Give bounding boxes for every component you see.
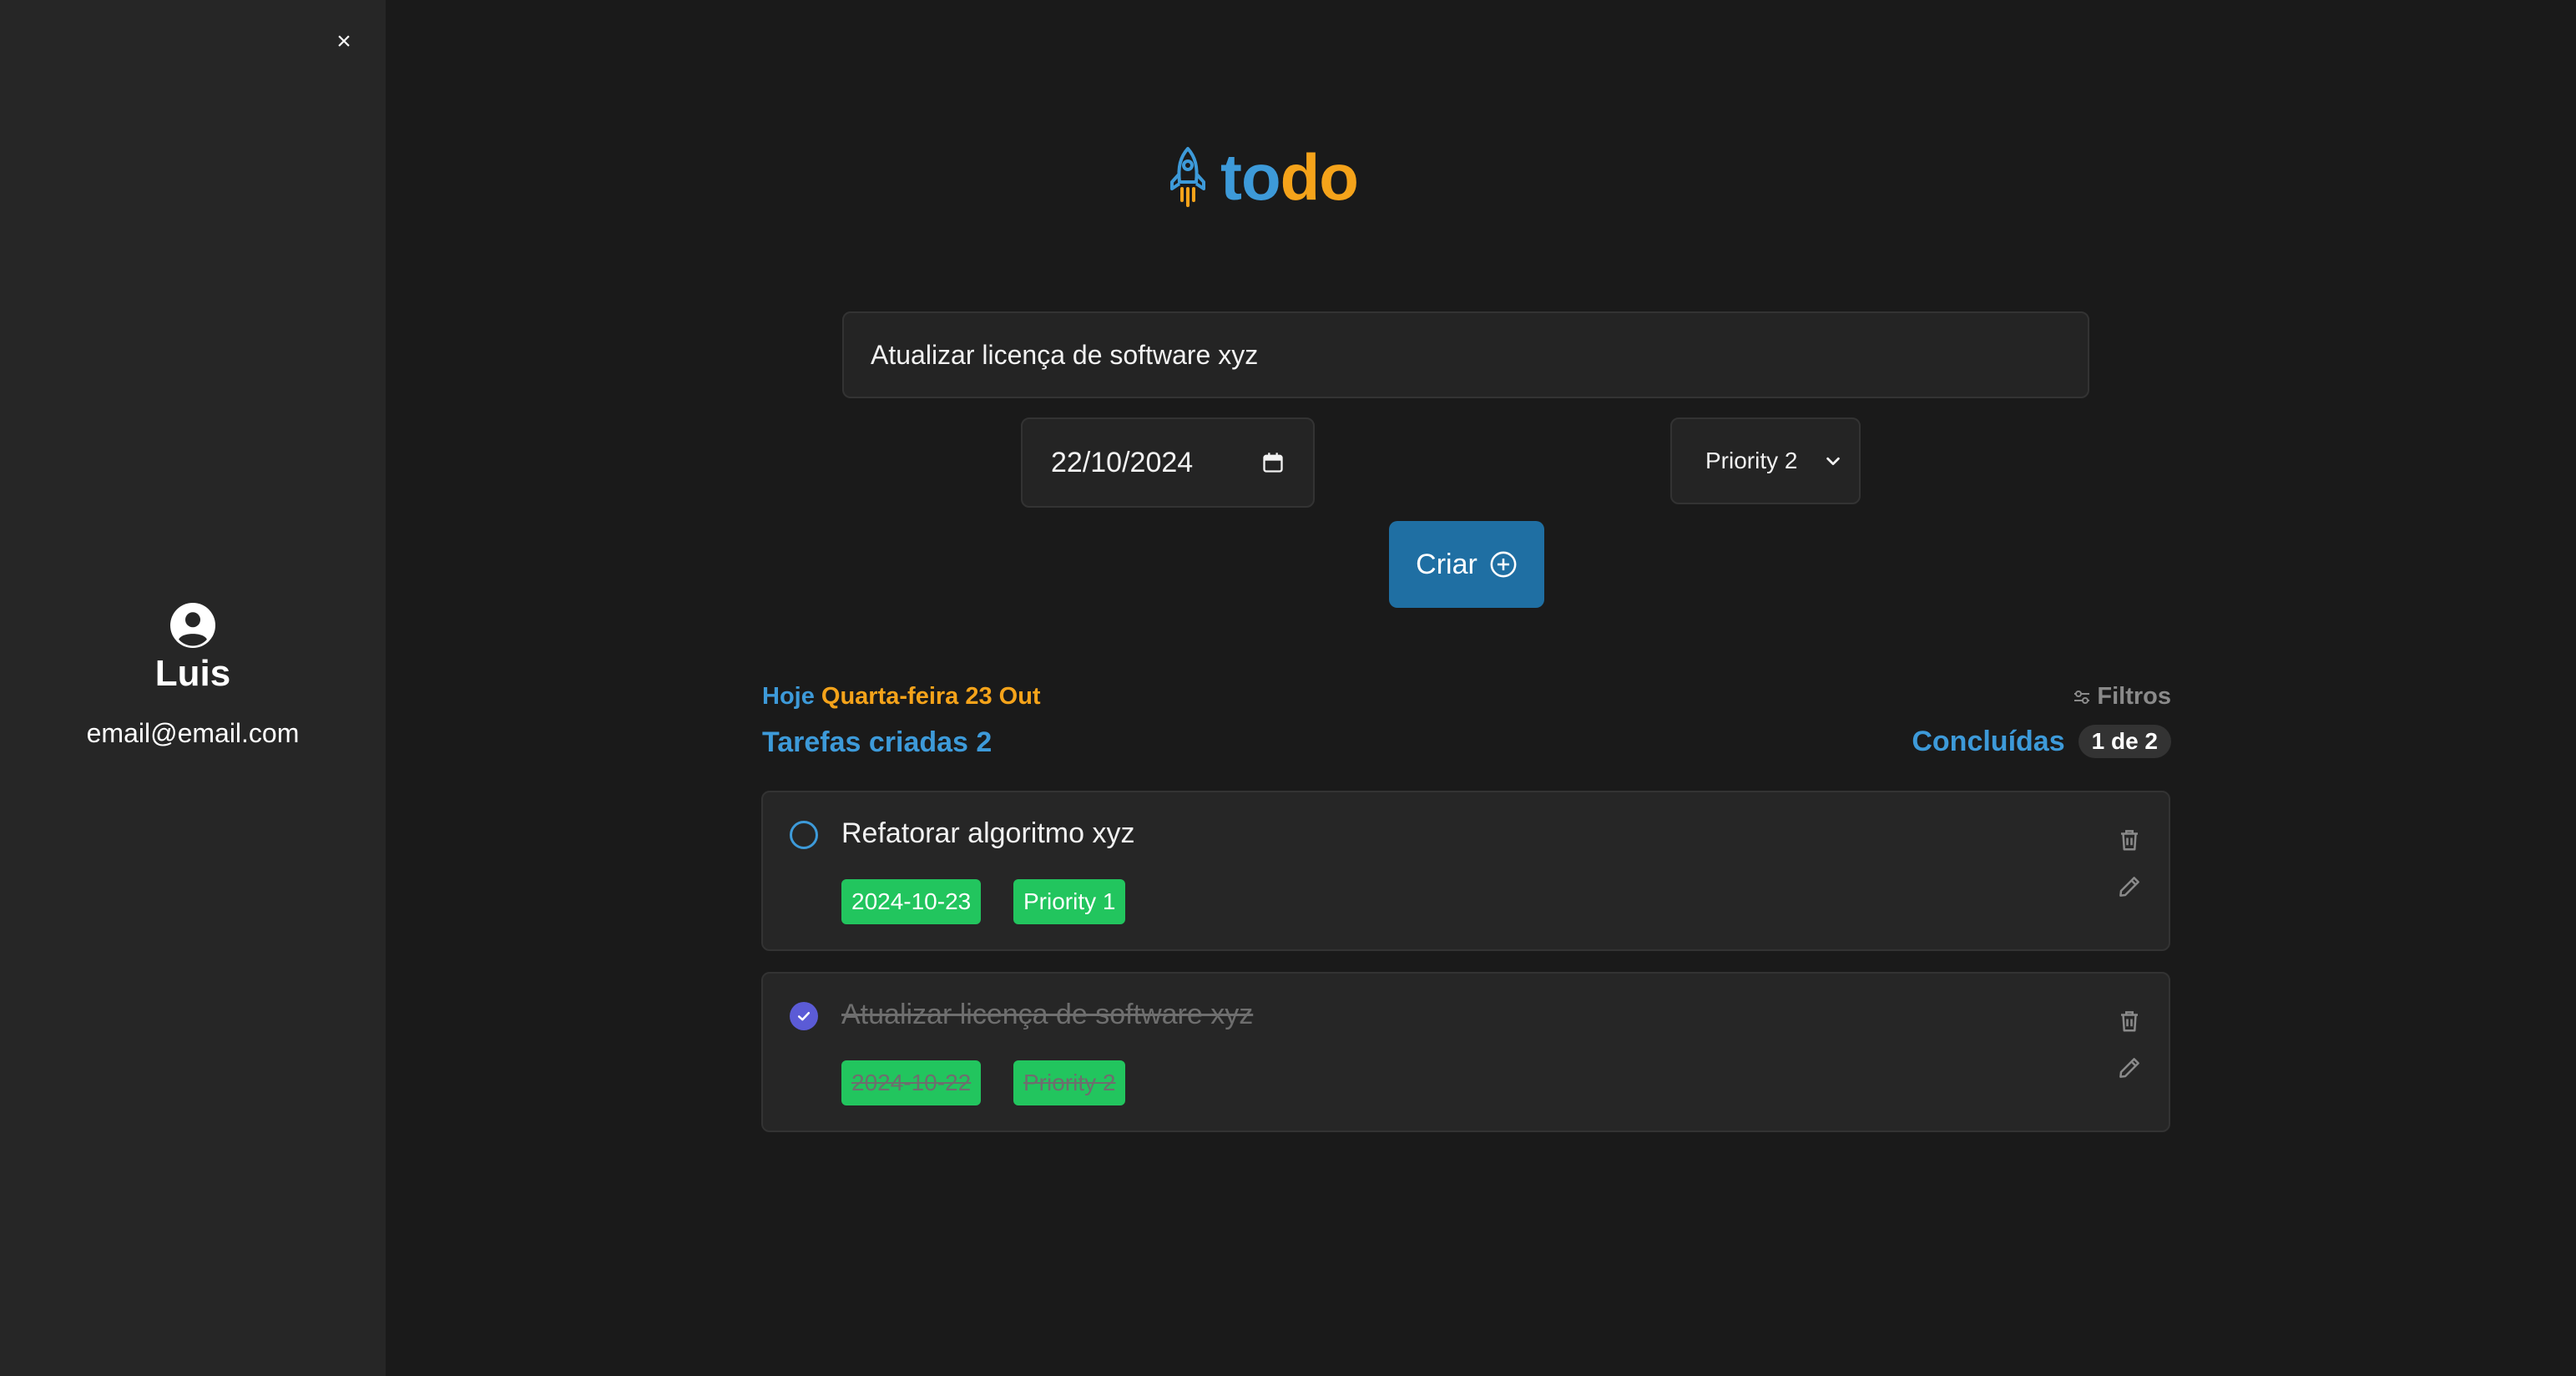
close-icon: × <box>336 28 351 55</box>
today-label: Hoje <box>762 683 815 710</box>
logo-text-to: to <box>1220 139 1281 214</box>
logo-text-do: do <box>1280 139 1359 214</box>
delete-task-button[interactable] <box>2117 1009 2142 1034</box>
task-date-tag: 2024-10-23 <box>841 879 982 924</box>
task-date-tag: 2024-10-22 <box>841 1060 982 1105</box>
create-task-label: Criar <box>1416 548 1477 580</box>
plus-circle-icon <box>1490 551 1517 578</box>
completed-label: Concluídas <box>1912 725 2065 757</box>
user-circle-icon <box>170 603 215 648</box>
create-task-button[interactable]: Criar <box>1389 521 1544 608</box>
task-title: Refatorar algoritmo xyz <box>841 817 1135 849</box>
date-input-value: 22/10/2024 <box>1051 446 1194 478</box>
close-sidebar-button[interactable]: × <box>331 28 357 55</box>
app-logo: todo <box>1165 140 1359 214</box>
check-icon <box>797 1012 811 1021</box>
task-card: Atualizar licença de software xyz 2024-1… <box>761 972 2170 1132</box>
pencil-icon <box>2119 1058 2139 1078</box>
filters-label: Filtros <box>2097 683 2171 710</box>
today-date: Hoje Quarta-feira 23 Out <box>762 683 1041 711</box>
today-date-value: Quarta-feira 23 Out <box>821 683 1041 710</box>
edit-task-button[interactable] <box>2117 874 2142 899</box>
user-profile: Luis email@email.com <box>0 603 386 749</box>
task-title: Atualizar licença de software xyz <box>841 999 1254 1030</box>
sidebar: × Luis email@email.com <box>0 0 386 1376</box>
priority-select-value: Priority 2 <box>1705 448 1798 473</box>
logo-text: todo <box>1220 139 1359 215</box>
user-email: email@email.com <box>86 718 300 748</box>
completed-summary: Concluídas 1 de 2 <box>1912 725 2171 758</box>
task-input[interactable]: Atualizar licença de software xyz <box>842 311 2089 398</box>
priority-select[interactable]: Priority 2 <box>1670 417 1861 504</box>
task-card: Refatorar algoritmo xyz 2024-10-23 Prior… <box>761 791 2170 951</box>
trash-icon <box>2121 830 2138 851</box>
trash-icon <box>2121 1011 2138 1032</box>
edit-task-button[interactable] <box>2117 1055 2142 1080</box>
delete-task-button[interactable] <box>2117 827 2142 852</box>
pencil-icon <box>2119 877 2139 897</box>
calendar-icon[interactable] <box>1261 451 1285 474</box>
tasks-created-count: Tarefas criadas 2 <box>762 726 993 758</box>
rocket-icon <box>1170 147 1205 207</box>
date-input[interactable]: 22/10/2024 <box>1021 417 1315 508</box>
filters-button[interactable]: Filtros <box>2072 683 2171 711</box>
chevron-down-icon <box>1826 457 1840 466</box>
task-checkbox[interactable] <box>790 821 818 849</box>
user-name: Luis <box>154 653 231 694</box>
sliders-icon <box>2074 690 2090 704</box>
task-priority-tag: Priority 1 <box>1013 879 1126 924</box>
completed-count-badge: 1 de 2 <box>2078 725 2171 758</box>
task-input-value: Atualizar licença de software xyz <box>871 339 1259 370</box>
task-checkbox-checked[interactable] <box>790 1002 818 1030</box>
task-priority-tag: Priority 2 <box>1013 1060 1126 1105</box>
